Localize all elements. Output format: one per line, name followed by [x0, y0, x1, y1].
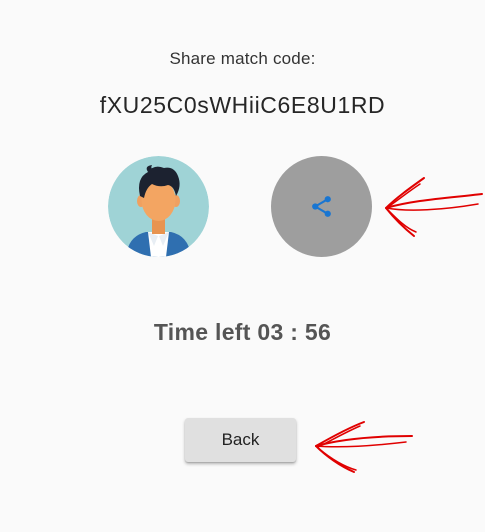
share-icon [312, 196, 331, 217]
match-code: fXU25C0sWHiiC6E8U1RD [99, 92, 386, 118]
share-match-code-label: Share match code: [169, 49, 316, 68]
annotation-arrow-icon [315, 421, 413, 473]
share-button[interactable] [271, 156, 372, 257]
back-button[interactable]: Back [185, 418, 296, 462]
annotation-arrow-icon [385, 177, 483, 237]
time-left-text: Time left 03 : 56 [153, 319, 332, 345]
player-avatar-icon [108, 156, 209, 257]
